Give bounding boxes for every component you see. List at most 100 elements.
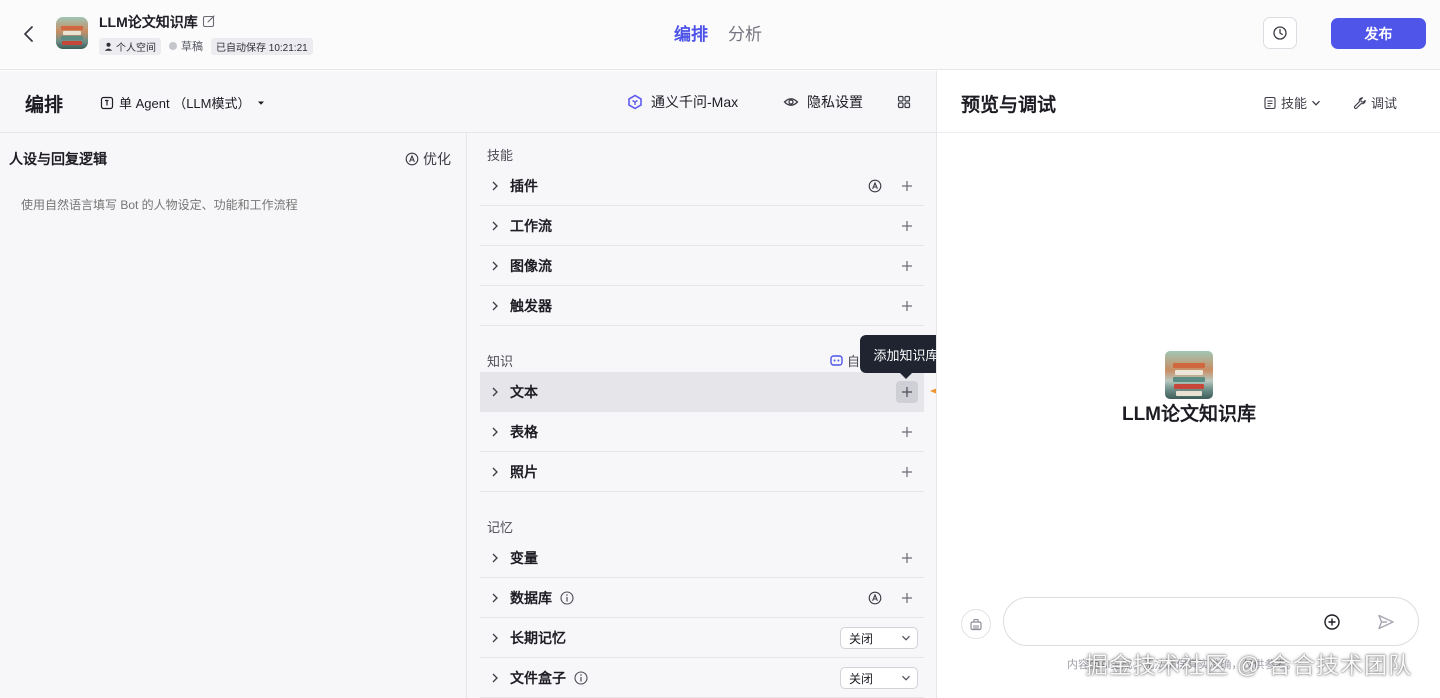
auto-add-button[interactable] [864, 587, 886, 609]
knowledge-label: 文本 [510, 383, 538, 400]
plus-icon [902, 261, 912, 271]
info-icon[interactable] [560, 590, 574, 605]
privacy-settings-button[interactable]: 隐私设置 [783, 92, 863, 112]
persona-input[interactable] [21, 195, 451, 215]
chevron-right-icon [492, 593, 498, 602]
history-button[interactable] [1263, 17, 1297, 49]
chevron-right-icon [492, 387, 498, 396]
memory-label: 数据库 [510, 589, 552, 606]
send-icon[interactable] [1376, 612, 1396, 632]
skill-label: 图像流 [510, 257, 552, 274]
tab-analysis[interactable]: 分析 [728, 20, 762, 45]
add-button[interactable] [896, 175, 918, 197]
chevron-down-icon [1312, 100, 1320, 106]
status-badge: 草稿 [169, 38, 203, 54]
chevron-right-icon [492, 301, 498, 310]
info-icon[interactable] [574, 670, 588, 685]
chevron-right-icon [492, 181, 498, 190]
auto-recall-toggle[interactable]: 自 [830, 351, 860, 370]
file-box-select[interactable]: 关闭 [840, 667, 918, 689]
privacy-label: 隐私设置 [807, 94, 863, 110]
plus-icon [902, 427, 912, 437]
user-icon [104, 42, 113, 51]
skills-section-title: 技能 [487, 148, 514, 163]
knowledge-label: 表格 [510, 423, 538, 440]
add-button[interactable] [896, 255, 918, 277]
chevron-right-icon [492, 221, 498, 230]
add-button[interactable] [896, 215, 918, 237]
skill-row-workflow[interactable]: 工作流 [480, 206, 924, 246]
skill-row-imageflow[interactable]: 图像流 [480, 246, 924, 286]
knowledge-row-text[interactable]: 文本 [480, 372, 924, 412]
preview-title: 预览与调试 [961, 95, 1057, 116]
memory-row-filebox[interactable]: 文件盒子 关闭 [480, 658, 924, 698]
preview-header: 预览与调试 技能 调试 [937, 71, 1440, 133]
chat-input[interactable] [1022, 612, 1312, 632]
layout-grid-icon[interactable] [897, 95, 911, 109]
eye-icon [783, 98, 799, 106]
row-actions [864, 166, 918, 206]
chevron-down-icon [902, 675, 910, 681]
publish-button[interactable]: 发布 [1331, 18, 1426, 49]
watermark: 掘金技术社区 @ 合合技术团队 [1085, 652, 1413, 678]
agent-icon [100, 96, 114, 109]
file-box-value: 关闭 [849, 671, 874, 686]
space-badge: 个人空间 [99, 37, 161, 55]
autosave-label: 已自动保存 10:21:21 [216, 42, 308, 54]
preview-panel: 预览与调试 技能 调试 LLM论文知识库 内容由AI生成，无法确保真实准确，仅供… [936, 71, 1440, 698]
status-dot-icon [169, 42, 177, 50]
row-actions: 关闭 [840, 658, 918, 698]
add-button[interactable] [896, 547, 918, 569]
clear-history-button[interactable] [961, 609, 991, 639]
row-actions [896, 206, 918, 246]
skill-label: 插件 [510, 177, 538, 194]
optimize-button[interactable]: 优化 [405, 149, 451, 169]
add-knowledge-button[interactable] [896, 381, 918, 403]
plus-icon [902, 221, 912, 231]
add-button[interactable] [896, 421, 918, 443]
skill-doc-icon [1264, 96, 1276, 109]
knowledge-row-table[interactable]: 表格 [480, 412, 924, 452]
debug-button[interactable]: 调试 [1353, 93, 1397, 112]
add-circle-icon[interactable] [1322, 612, 1342, 632]
memory-label: 文件盒子 [510, 669, 566, 686]
auto-icon [868, 179, 882, 193]
agent-mode-select[interactable]: 单 Agent （LLM模式） [100, 93, 266, 112]
back-arrow-icon[interactable] [20, 24, 38, 44]
editor-title: 编排 [25, 95, 64, 116]
skill-row-trigger[interactable]: 触发器 [480, 286, 924, 326]
plus-icon [902, 387, 912, 397]
memory-section-title: 记忆 [487, 520, 514, 535]
model-logo-icon [628, 94, 642, 110]
tab-arrange[interactable]: 编排 [674, 20, 708, 45]
knowledge-row-photo[interactable]: 照片 [480, 452, 924, 492]
space-label: 个人空间 [116, 42, 156, 54]
caret-down-icon [257, 101, 264, 105]
row-actions [864, 578, 918, 618]
long-memory-select[interactable]: 关闭 [840, 627, 918, 649]
knowledge-label: 照片 [510, 463, 538, 480]
skill-row-plugin[interactable]: 插件 [480, 166, 924, 206]
chevron-right-icon [492, 261, 498, 270]
knowledge-section-title: 知识 [487, 354, 514, 369]
auto-add-button[interactable] [864, 175, 886, 197]
chevron-right-icon [492, 427, 498, 436]
broom-icon [970, 618, 982, 631]
persona-panel: 人设与回复逻辑 优化 [0, 133, 467, 698]
top-header: LLM论文知识库 个人空间 草稿 已自动保存 10:21:21 编排 分析 发布 [0, 0, 1440, 70]
add-button[interactable] [896, 587, 918, 609]
memory-row-variable[interactable]: 变量 [480, 538, 924, 578]
agent-mode-label: 单 Agent （LLM模式） [119, 96, 251, 111]
add-button[interactable] [896, 461, 918, 483]
robot-icon [830, 355, 843, 366]
add-button[interactable] [896, 295, 918, 317]
preview-skill-dropdown[interactable]: 技能 [1263, 93, 1321, 112]
model-select[interactable]: 通义千问-Max [627, 92, 738, 112]
row-actions [896, 412, 918, 452]
skill-dropdown-label: 技能 [1281, 96, 1308, 111]
auto-icon [868, 591, 882, 605]
memory-row-database[interactable]: 数据库 [480, 578, 924, 618]
edit-icon[interactable] [202, 14, 216, 28]
tooltip-arrow [899, 372, 913, 379]
memory-row-long-term[interactable]: 长期记忆 关闭 [480, 618, 924, 658]
